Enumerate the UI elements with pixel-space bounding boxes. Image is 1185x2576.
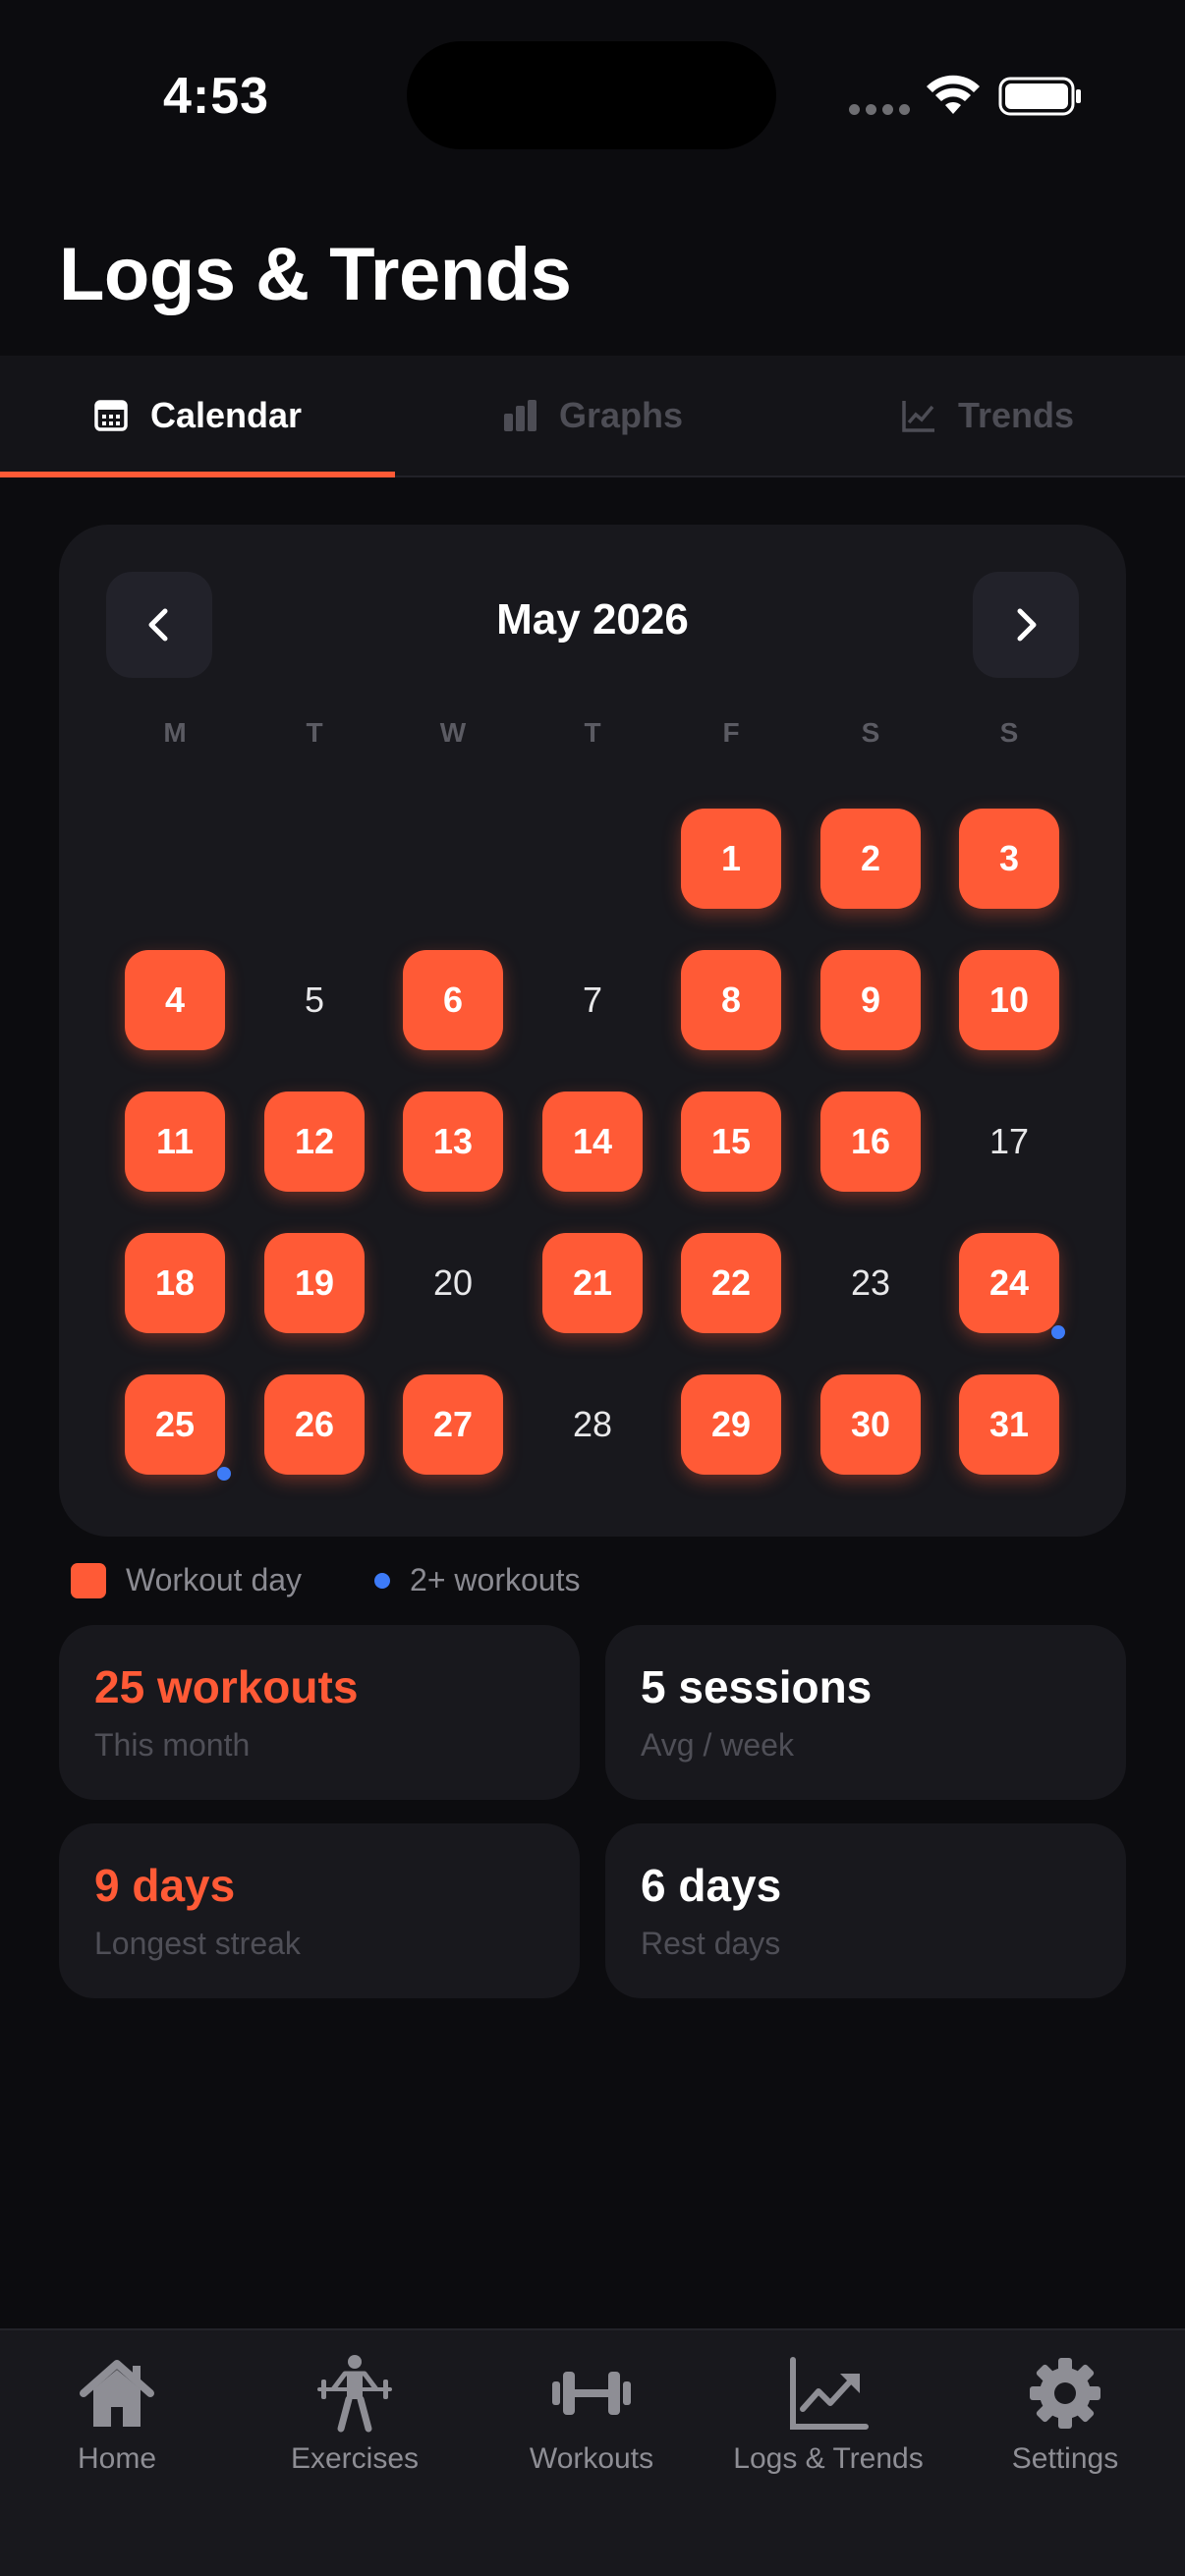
page-title: Logs & Trends (59, 233, 572, 316)
logs-trends-screen: 4:53 Logs & Trends Calendar Graphs Trend… (0, 0, 1185, 2576)
stat-label: This month (94, 1727, 251, 1763)
dumbbell-icon (552, 2372, 631, 2415)
stat-card-sessions: 5 sessions Avg / week (605, 1625, 1126, 1800)
calendar-day-3[interactable]: 3 (959, 809, 1059, 909)
calendar-day-13[interactable]: 13 (403, 1092, 503, 1192)
calendar-day-15[interactable]: 15 (681, 1092, 781, 1192)
stat-label: Avg / week (641, 1727, 794, 1763)
calendar-day-12[interactable]: 12 (264, 1092, 365, 1192)
bottom-tab-bar: Home Exercises Workouts Logs & Trends Se… (0, 2328, 1185, 2576)
stat-card-rest-days: 6 days Rest days (605, 1823, 1126, 1998)
stat-card-streak: 9 days Longest streak (59, 1823, 580, 1998)
calendar-day-23[interactable]: 23 (820, 1233, 921, 1333)
tabbar-settings[interactable]: Settings (947, 2352, 1183, 2476)
calendar-day-18[interactable]: 18 (125, 1233, 225, 1333)
status-time: 4:53 (163, 68, 270, 125)
battery-icon (998, 77, 1081, 116)
tabbar-settings-label: Settings (1011, 2442, 1119, 2475)
tabbar-logs-trends[interactable]: Logs & Trends (710, 2352, 946, 2476)
trend-line-icon (902, 401, 934, 432)
calendar-day-4[interactable]: 4 (125, 950, 225, 1050)
cellular-signal-icon (849, 104, 910, 115)
tabbar-logs-trends-label: Logs & Trends (733, 2442, 924, 2475)
calendar-day-7[interactable]: 7 (542, 950, 643, 1050)
trend-chart-icon (790, 2357, 869, 2430)
tab-trends-label: Trends (957, 395, 1075, 435)
calendar-day-1[interactable]: 1 (681, 809, 781, 909)
tabbar-home[interactable]: Home (0, 2352, 235, 2476)
tabbar-workouts[interactable]: Workouts (474, 2352, 709, 2476)
calendar-day-31[interactable]: 31 (959, 1374, 1059, 1475)
calendar-day-21[interactable]: 21 (542, 1233, 643, 1333)
calendar-day-19[interactable]: 19 (264, 1233, 365, 1333)
tab-calendar[interactable]: Calendar (0, 356, 395, 477)
calendar-day-11[interactable]: 11 (125, 1092, 225, 1192)
legend-workout-label: Workout day (126, 1562, 303, 1597)
calendar-day-20[interactable]: 20 (403, 1233, 503, 1333)
calendar-day-16[interactable]: 16 (820, 1092, 921, 1192)
calendar-day-25[interactable]: 25 (125, 1374, 231, 1481)
tab-graphs-label: Graphs (558, 395, 684, 435)
calendar-icon (94, 400, 128, 431)
tabbar-exercises[interactable]: Exercises (237, 2352, 473, 2476)
home-icon (80, 2360, 154, 2427)
multi-workout-dot (217, 1467, 231, 1481)
calendar-legend: Workout day 2+ workouts (71, 1562, 580, 1598)
calendar-day-14[interactable]: 14 (542, 1092, 643, 1192)
calendar-day-28[interactable]: 28 (542, 1374, 643, 1475)
multi-workout-dot (1051, 1325, 1065, 1339)
calendar-day-10[interactable]: 10 (959, 950, 1059, 1050)
calendar-day-2[interactable]: 2 (820, 809, 921, 909)
calendar-day-8[interactable]: 8 (681, 950, 781, 1050)
bar-chart-icon (503, 400, 536, 431)
stat-value: 9 days (94, 1860, 236, 1911)
stat-value: 25 workouts (94, 1661, 359, 1712)
calendar-day-27[interactable]: 27 (403, 1374, 503, 1475)
segment-tabs: Calendar Graphs Trends (0, 356, 1185, 477)
calendar-day-9[interactable]: 9 (820, 950, 921, 1050)
stat-value: 6 days (641, 1860, 782, 1911)
stat-label: Longest streak (94, 1926, 301, 1961)
calendar-day-22[interactable]: 22 (681, 1233, 781, 1333)
stat-label: Rest days (641, 1926, 781, 1961)
tab-graphs[interactable]: Graphs (395, 356, 790, 476)
calendar-day-29[interactable]: 29 (681, 1374, 781, 1475)
stat-card-workouts: 25 workouts This month (59, 1625, 580, 1800)
calendar-day-5[interactable]: 5 (264, 950, 365, 1050)
tabbar-exercises-label: Exercises (290, 2442, 420, 2475)
calendar-day-17[interactable]: 17 (959, 1092, 1059, 1192)
tab-trends[interactable]: Trends (790, 356, 1185, 476)
legend-multi-label: 2+ workouts (410, 1562, 581, 1597)
calendar-grid: 1 2 3 4 5 6 7 8 9 10 11 12 13 14 15 16 17 18 19 20 21 22 23 24 2… (59, 525, 1126, 1537)
tabbar-workouts-label: Workouts (529, 2442, 654, 2475)
workout-day-swatch (71, 1562, 106, 1598)
weightlifter-icon (317, 2355, 392, 2433)
calendar-day-30[interactable]: 30 (820, 1374, 921, 1475)
status-bar: 4:53 (0, 0, 1185, 177)
dynamic-island (407, 41, 776, 149)
calendar-day-26[interactable]: 26 (264, 1374, 365, 1475)
tabbar-home-label: Home (77, 2442, 157, 2475)
wifi-icon (927, 75, 980, 114)
tab-calendar-label: Calendar (149, 395, 303, 435)
calendar-day-24[interactable]: 24 (959, 1233, 1065, 1339)
multi-workout-dot (374, 1572, 391, 1589)
stat-value: 5 sessions (641, 1661, 873, 1712)
calendar-day-6[interactable]: 6 (403, 950, 503, 1050)
calendar-card: May 2026 MTWTFSS 1 2 3 4 5 6 7 8 9 10 11 12 13 14 15 16… (59, 525, 1126, 1537)
gear-icon (1030, 2358, 1100, 2429)
